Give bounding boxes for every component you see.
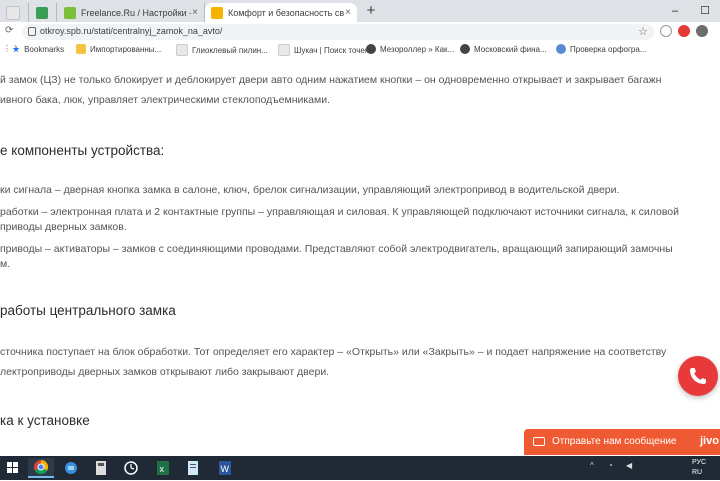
page-icon xyxy=(366,44,376,54)
close-icon[interactable]: × xyxy=(192,7,198,18)
notepad-icon[interactable] xyxy=(180,458,206,478)
jivo-logo: jivo xyxy=(700,435,719,447)
bookmark-label: Московский фина... xyxy=(474,44,547,54)
tab-label: Комфорт и безопасность своего xyxy=(228,7,344,18)
tab-strip: Freelance.Ru / Настройки - Мой × Комфорт… xyxy=(0,0,720,22)
page-icon xyxy=(176,44,188,56)
bookmark-label: Мезороллер » Как... xyxy=(380,44,455,54)
maximize-button[interactable]: ☐ xyxy=(690,0,720,22)
tab-1[interactable] xyxy=(0,3,29,22)
chat-widget[interactable]: Отправьте нам сообщение jivo xyxy=(524,429,720,455)
svg-text:x: x xyxy=(160,464,165,474)
paragraph-text: сточника поступает на блок обработки. То… xyxy=(0,346,667,358)
word-icon[interactable]: W xyxy=(212,458,238,478)
lang-sub-label: RU xyxy=(692,469,703,476)
page-icon xyxy=(6,5,20,20)
folder-icon xyxy=(76,44,86,54)
tab-label: Freelance.Ru / Настройки - Мой xyxy=(81,7,191,18)
section-heading: работы центрального замка xyxy=(0,303,176,318)
site-icon xyxy=(211,6,223,19)
minimize-button[interactable]: – xyxy=(660,0,690,22)
bookmark-item[interactable]: Импортированны... xyxy=(76,44,161,54)
list-item: приводы – активаторы – замков с соединяю… xyxy=(0,243,673,255)
bookmark-label: Импортированны... xyxy=(90,44,162,54)
bookmark-star-icon[interactable]: ☆ xyxy=(638,25,648,38)
new-tab-button[interactable]: + xyxy=(362,2,380,20)
tray-up-icon[interactable]: ^ xyxy=(590,461,594,470)
adblock-icon[interactable] xyxy=(678,25,690,37)
intro-text: й замок (ЦЗ) не только блокирует и дебло… xyxy=(0,74,662,86)
toolbar: ⟳ otkroy.spb.ru/stati/centralnyj_zamok_n… xyxy=(0,22,720,42)
tab-active[interactable]: Комфорт и безопасность своего × xyxy=(205,3,357,22)
close-icon[interactable]: × xyxy=(345,7,351,18)
lock-icon[interactable] xyxy=(28,27,36,36)
tab-2[interactable] xyxy=(30,3,57,22)
list-item: ки сигнала – дверная кнопка замка в сало… xyxy=(0,184,620,196)
page-content: й замок (ЦЗ) не только блокирует и дебло… xyxy=(0,60,720,456)
bookmarks-bar: ⋮⋮ ★ Bookmarks Импортированны... Глиокле… xyxy=(0,42,720,61)
bookmark-item[interactable]: Московский фина... xyxy=(460,44,547,54)
bookmark-label: Bookmarks xyxy=(24,45,65,54)
bookmark-item[interactable]: Мезороллер » Как... xyxy=(366,44,454,54)
page-icon xyxy=(460,44,470,54)
intro-text: ивного бака, люк, управляет электрически… xyxy=(0,94,331,106)
svg-text:W: W xyxy=(221,464,230,474)
page-icon xyxy=(556,44,566,54)
bookmark-label: Шукач | Поиск точек xyxy=(294,45,369,55)
list-item: м. xyxy=(0,258,11,270)
clock-icon[interactable] xyxy=(118,458,144,478)
calculator-icon[interactable] xyxy=(88,458,114,478)
url-text[interactable]: otkroy.spb.ru/stati/centralnyj_zamok_na_… xyxy=(40,26,222,36)
excel-icon[interactable]: x xyxy=(150,458,176,478)
freelance-icon xyxy=(64,6,76,19)
star-icon: ★ xyxy=(12,44,21,54)
image-icon xyxy=(36,6,48,19)
wifi-icon[interactable]: ◔ xyxy=(608,461,613,470)
taskbar: x W ^ ◔ ◀ РУС RU xyxy=(0,456,720,480)
lang-label: РУС xyxy=(692,459,707,466)
language-indicator[interactable]: РУС RU xyxy=(692,458,706,478)
chat-icon xyxy=(533,437,545,446)
chat-label: Отправьте нам сообщение xyxy=(552,436,677,447)
paragraph-text: лектроприводы дверных замков открывают л… xyxy=(0,366,330,378)
bookmark-item[interactable]: Глиоклевый пилин... xyxy=(176,44,268,56)
phone-icon xyxy=(690,368,706,384)
profile-avatar[interactable] xyxy=(696,25,708,37)
bookmark-item[interactable]: ★ Bookmarks xyxy=(12,44,64,55)
network-icon[interactable] xyxy=(58,458,84,478)
extension-icon[interactable] xyxy=(660,25,672,37)
windows-icon[interactable] xyxy=(0,458,26,478)
call-button[interactable] xyxy=(678,356,718,396)
section-heading: ка к установке xyxy=(0,413,90,428)
bookmark-item[interactable]: Шукач | Поиск точек xyxy=(278,44,368,56)
bookmark-label: Глиоклевый пилин... xyxy=(192,45,268,55)
volume-icon[interactable]: ◀ xyxy=(626,461,632,470)
address-bar[interactable]: otkroy.spb.ru/stati/centralnyj_zamok_na_… xyxy=(22,24,654,40)
bookmark-label: Проверка орфогра... xyxy=(570,44,647,54)
bookmark-item[interactable]: Проверка орфогра... xyxy=(556,44,646,54)
reload-icon[interactable]: ⟳ xyxy=(5,25,13,36)
section-heading: е компоненты устройства: xyxy=(0,143,165,158)
tab-freelance[interactable]: Freelance.Ru / Настройки - Мой × xyxy=(58,3,205,22)
list-item: работки – электронная плата и 2 контактн… xyxy=(0,206,679,218)
list-item: приводы дверных замков. xyxy=(0,221,127,233)
chrome-icon[interactable] xyxy=(28,458,54,478)
page-icon xyxy=(278,44,290,56)
